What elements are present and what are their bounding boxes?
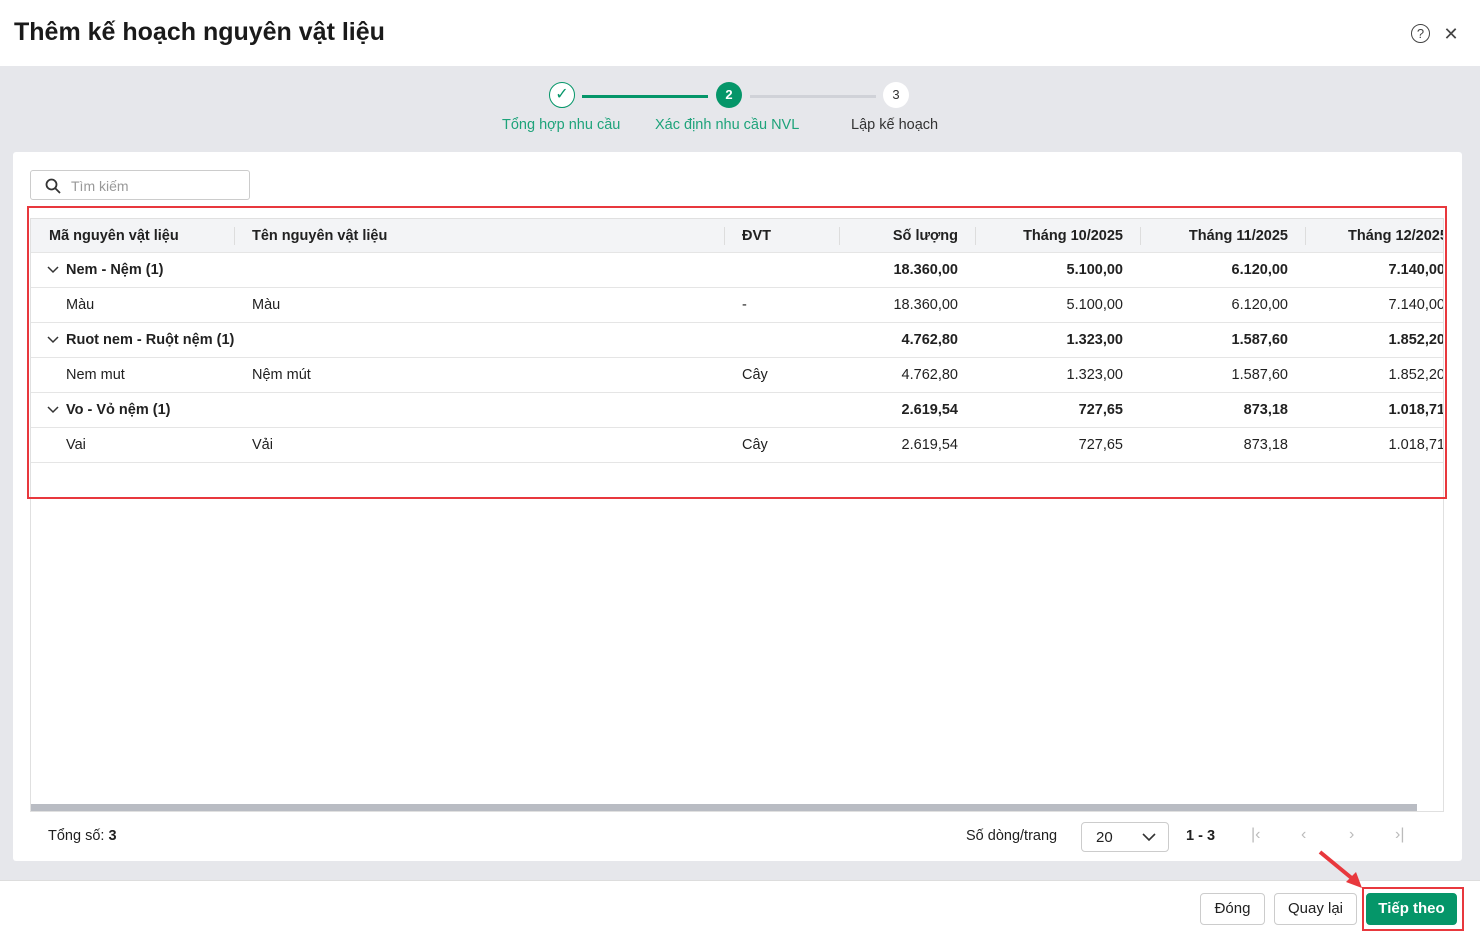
cell-unit: -: [742, 297, 747, 313]
page-size-label: Số dòng/trang: [966, 828, 1058, 844]
prev-page-icon[interactable]: ‹: [1301, 826, 1306, 844]
cell-m10: 5.100,00: [1066, 297, 1123, 313]
table-row[interactable]: Màu Màu - 18.360,00 5.100,00 6.120,00 7.140,00: [31, 288, 1444, 323]
group-m11: 1.587,60: [1231, 332, 1288, 348]
cell-m12: 1.018,71: [1388, 437, 1444, 453]
chevron-down-icon[interactable]: [47, 253, 59, 288]
search-input[interactable]: Tìm kiếm: [30, 170, 250, 200]
cell-unit: Cây: [742, 367, 768, 383]
cell-unit: Cây: [742, 437, 768, 453]
table-header: Mã nguyên vật liệu Tên nguyên vật liệu Đ…: [31, 219, 1443, 254]
annotation-arrow-icon: [1318, 850, 1362, 888]
step-done-check-icon: ✓: [549, 82, 575, 108]
cell-qty: 4.762,80: [901, 367, 958, 383]
table-row[interactable]: Vai Vải Cây 2.619,54 727,65 873,18 1.018,71: [31, 428, 1444, 463]
materials-table: Mã nguyên vật liệu Tên nguyên vật liệu Đ…: [30, 218, 1444, 812]
group-m11: 873,18: [1243, 402, 1288, 418]
group-m12: 1.852,20: [1388, 332, 1444, 348]
group-m12: 1.018,71: [1388, 402, 1444, 418]
group-row[interactable]: Vo - Vỏ nệm (1) 2.619,54 727,65 873,18 1.018…: [31, 393, 1444, 428]
group-row[interactable]: Ruot nem - Ruột nệm (1) 4.762,80 1.323,00 1…: [31, 323, 1444, 358]
group-row[interactable]: Nem - Nệm (1) 18.360,00 5.100,00 6.120,00 7.…: [31, 253, 1444, 288]
cell-name: Nệm mút: [252, 367, 311, 383]
first-page-icon[interactable]: |‹: [1251, 826, 1260, 844]
step-3-indicator: 3: [883, 82, 909, 108]
table-row[interactable]: Nem mut Nệm mút Cây 4.762,80 1.323,00 1.587,6…: [31, 358, 1444, 393]
col-m10[interactable]: Tháng 10/2025: [975, 219, 1123, 254]
total-count: Tổng số: 3: [48, 828, 117, 844]
horizontal-scrollbar[interactable]: [31, 804, 1417, 811]
group-label: Ruot nem - Ruột nệm (1): [66, 332, 235, 348]
search-placeholder: Tìm kiếm: [71, 178, 129, 194]
col-qty[interactable]: Số lượng: [839, 219, 958, 254]
cell-m10: 1.323,00: [1066, 367, 1123, 383]
cell-m11: 6.120,00: [1231, 297, 1288, 313]
cell-name: Vải: [252, 437, 273, 453]
group-total: 4.762,80: [901, 332, 958, 348]
step-3-label: Lập kế hoạch: [851, 117, 939, 133]
back-button[interactable]: Quay lại: [1274, 893, 1357, 925]
total-value: 3: [108, 828, 117, 844]
cell-name: Màu: [252, 297, 281, 313]
help-icon[interactable]: ?: [1411, 24, 1430, 43]
group-label: Vo - Vỏ nệm (1): [66, 402, 171, 418]
group-m10: 727,65: [1078, 402, 1123, 418]
page-size-select[interactable]: 20: [1081, 822, 1169, 852]
group-total: 2.619,54: [901, 402, 958, 418]
cell-code: Vai: [66, 437, 86, 453]
cell-qty: 2.619,54: [901, 437, 958, 453]
last-page-icon[interactable]: ›|: [1395, 826, 1404, 844]
next-page-icon[interactable]: ›: [1349, 826, 1354, 844]
cell-code: Màu: [66, 297, 95, 313]
cell-m12: 1.852,20: [1388, 367, 1444, 383]
col-m12[interactable]: Tháng 12/2025: [1348, 219, 1443, 254]
step-connector: [582, 95, 708, 98]
cell-m10: 727,65: [1078, 437, 1123, 453]
col-m11[interactable]: Tháng 11/2025: [1140, 219, 1288, 254]
cell-qty: 18.360,00: [893, 297, 958, 313]
group-m12: 7.140,00: [1388, 262, 1444, 278]
group-m10: 1.323,00: [1066, 332, 1123, 348]
page-range: 1 - 3: [1186, 828, 1216, 844]
group-label: Nem - Nệm (1): [66, 262, 164, 278]
col-name[interactable]: Tên nguyên vật liệu: [252, 219, 387, 254]
search-icon: [45, 178, 61, 194]
chevron-down-icon[interactable]: [47, 393, 59, 428]
group-m10: 5.100,00: [1066, 262, 1123, 278]
cell-m12: 7.140,00: [1388, 297, 1444, 313]
cell-code: Nem mut: [66, 367, 125, 383]
chevron-down-icon: [1142, 833, 1156, 842]
chevron-down-icon[interactable]: [47, 323, 59, 358]
step-connector: [750, 95, 876, 98]
close-button[interactable]: Đóng: [1200, 893, 1265, 925]
next-button[interactable]: Tiếp theo: [1366, 893, 1457, 925]
step-2-label: Xác định nhu cầu NVL: [655, 117, 800, 133]
dialog-title: Thêm kế hoạch nguyên vật liệu: [14, 18, 385, 46]
col-code[interactable]: Mã nguyên vật liệu: [49, 219, 179, 254]
cell-m11: 873,18: [1243, 437, 1288, 453]
cell-m11: 1.587,60: [1231, 367, 1288, 383]
close-icon[interactable]: ✕: [1441, 24, 1461, 44]
group-total: 18.360,00: [893, 262, 958, 278]
dialog-header: Thêm kế hoạch nguyên vật liệu ? ✕: [0, 0, 1480, 66]
page-size-value: 20: [1096, 829, 1113, 846]
step-1-label: Tổng hợp nhu cầu: [502, 117, 621, 133]
group-m11: 6.120,00: [1231, 262, 1288, 278]
col-unit[interactable]: ĐVT: [742, 219, 771, 254]
total-label: Tổng số:: [48, 828, 105, 844]
step-2-indicator: 2: [716, 82, 742, 108]
